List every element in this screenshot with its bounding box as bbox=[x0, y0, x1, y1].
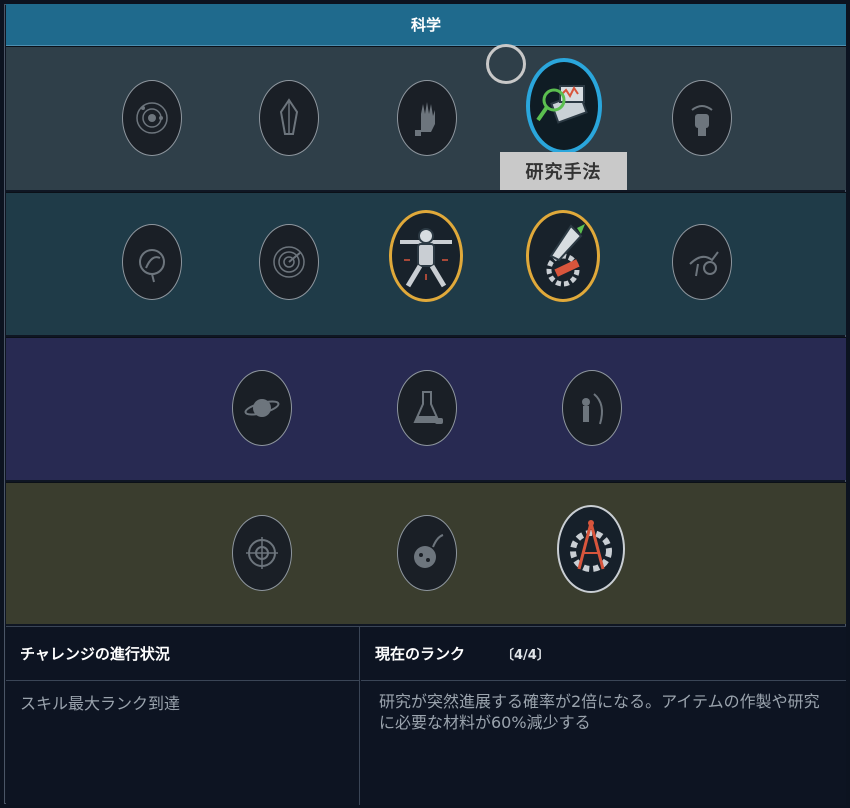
rank-panel: 現在のランク 〔4/4〕 研究が突然進展する確率が2倍になる。アイテムの作製や研… bbox=[361, 627, 846, 805]
skill-helmet-device[interactable] bbox=[672, 80, 732, 156]
tooltip-label: 研究手法 bbox=[525, 162, 602, 183]
skill-radar[interactable] bbox=[259, 224, 319, 300]
category-title: 科学 bbox=[410, 16, 441, 34]
skill-compass-gear[interactable] bbox=[557, 505, 625, 593]
skill-crystal[interactable] bbox=[259, 80, 319, 156]
skill-asteroid[interactable] bbox=[397, 515, 457, 591]
planet-scan-icon bbox=[139, 249, 165, 283]
alien-figure-icon bbox=[582, 393, 603, 425]
rocket-gear-icon bbox=[546, 224, 585, 287]
rank-title: 現在のランク bbox=[375, 645, 466, 663]
radar-icon bbox=[273, 246, 305, 278]
skill-research-methods[interactable] bbox=[526, 58, 602, 154]
skill-lab-flask[interactable] bbox=[397, 370, 457, 446]
skill-rocket-gear[interactable] bbox=[526, 210, 600, 302]
skill-info-panel: チャレンジの進行状況 スキル最大ランク到達 現在のランク 〔4/4〕 研究が突然… bbox=[6, 626, 846, 805]
compass-gear-icon bbox=[570, 520, 612, 572]
skill-crosshair[interactable] bbox=[232, 515, 292, 591]
helmet-device-icon bbox=[691, 105, 713, 136]
skill-solar-system[interactable] bbox=[122, 80, 182, 156]
skill-astronaut[interactable] bbox=[389, 210, 463, 302]
skill-ringed-planet[interactable] bbox=[232, 370, 292, 446]
rank-description: 研究が突然進展する確率が2倍になる。アイテムの作製や研究に必要な材料が60%減少… bbox=[379, 692, 820, 732]
creature-icon bbox=[689, 251, 719, 277]
skill-glove[interactable] bbox=[397, 80, 457, 156]
skill-alien-figure[interactable] bbox=[562, 370, 622, 446]
lab-flask-icon bbox=[413, 391, 443, 424]
skill-tooltip: 研究手法 bbox=[500, 152, 627, 190]
skill-planet-scan[interactable] bbox=[122, 224, 182, 300]
crosshair-icon bbox=[246, 537, 278, 569]
research-methods-icon bbox=[536, 85, 588, 124]
rank-count: 〔4/4〕 bbox=[501, 648, 550, 663]
skill-creature[interactable] bbox=[672, 224, 732, 300]
challenge-panel: チャレンジの進行状況 スキル最大ランク到達 bbox=[6, 627, 360, 805]
crystal-icon bbox=[279, 98, 299, 135]
solar-system-icon bbox=[136, 102, 168, 134]
challenge-title: チャレンジの進行状況 bbox=[6, 627, 359, 681]
asteroid-icon bbox=[414, 534, 444, 568]
challenge-text: スキル最大ランク到達 bbox=[20, 694, 181, 713]
rank-header: 現在のランク 〔4/4〕 bbox=[361, 627, 846, 681]
mouse-cursor-ring bbox=[486, 44, 526, 84]
category-header: 科学 bbox=[6, 4, 846, 46]
ringed-planet-icon bbox=[244, 399, 280, 417]
astronaut-icon bbox=[400, 228, 452, 288]
glove-icon bbox=[415, 102, 435, 136]
